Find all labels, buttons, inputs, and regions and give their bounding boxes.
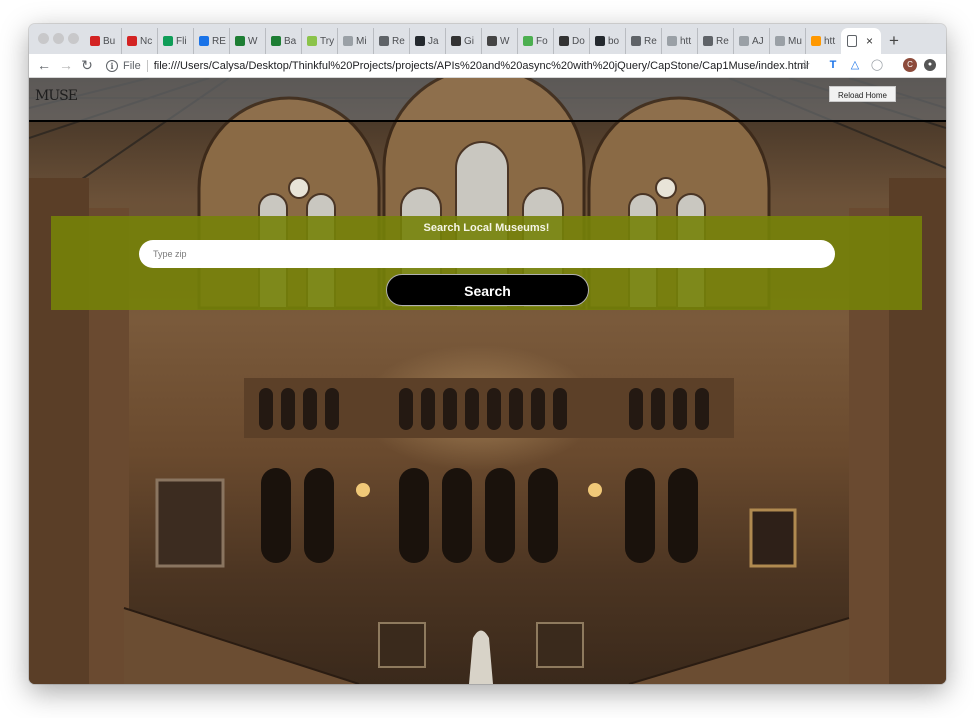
minimize-window-dot[interactable]: [53, 33, 64, 44]
github-icon: [595, 36, 605, 46]
browser-tab[interactable]: Re: [373, 28, 409, 54]
browser-tab[interactable]: Try: [301, 28, 337, 54]
bookmark-star-icon[interactable]: ☆: [799, 57, 811, 73]
tab-label: Re: [716, 35, 729, 47]
page-icon: [847, 35, 857, 47]
browser-tab[interactable]: Re: [697, 28, 733, 54]
tab-label: Ja: [428, 35, 439, 47]
tab-label: Try: [320, 35, 335, 47]
browser-tab[interactable]: Gi: [445, 28, 481, 54]
yelp-icon: [90, 36, 100, 46]
info-icon[interactable]: i: [106, 59, 118, 72]
thinkful-icon: [559, 36, 569, 46]
tab-strip: Bu Nc Fli RE W Ba Try Mi Re Ja Gi W Fo Do bo Re htt Re AJ M…: [29, 24, 946, 54]
tab-label: Fo: [536, 35, 548, 47]
address-bar[interactable]: i File file:///Users/Calysa/Desktop/Thin…: [106, 56, 826, 75]
scheme-label: File: [123, 59, 141, 72]
tab-label: Nc: [140, 35, 153, 47]
drive-extension-icon[interactable]: △: [848, 58, 862, 72]
browser-tab[interactable]: RE: [193, 28, 229, 54]
search-heading: Search Local Museums!: [423, 222, 550, 234]
page-viewport: MUSE Reload Home Search Local Museums! S…: [29, 78, 946, 684]
search-panel: Search Local Museums! Search: [51, 216, 922, 310]
close-tab-icon[interactable]: ×: [866, 34, 873, 48]
browser-tab[interactable]: Do: [553, 28, 589, 54]
menu-extension-icon[interactable]: ●: [924, 59, 936, 71]
tab-label: Re: [644, 35, 657, 47]
yelp-icon: [127, 36, 137, 46]
page-icon: [667, 36, 677, 46]
browser-tab[interactable]: bo: [589, 28, 625, 54]
reload-home-button[interactable]: Reload Home: [829, 86, 896, 102]
browser-tab[interactable]: Ja: [409, 28, 445, 54]
gear-icon: [379, 36, 389, 46]
browser-tab[interactable]: Ba: [265, 28, 301, 54]
browser-window: Bu Nc Fli RE W Ba Try Mi Re Ja Gi W Fo Do bo Re htt Re AJ M…: [29, 24, 946, 684]
muse-logo[interactable]: MUSE: [35, 88, 78, 104]
browser-tab[interactable]: Re: [625, 28, 661, 54]
reload-icon[interactable]: ↻: [78, 57, 96, 74]
url-text[interactable]: file:///Users/Calysa/Desktop/Thinkful%20…: [154, 60, 809, 72]
tab-label: W: [500, 35, 510, 47]
triangle-icon: [811, 36, 821, 46]
tab-label: Bu: [103, 35, 116, 47]
browser-tab[interactable]: htt: [805, 28, 841, 54]
sheets-icon: [271, 36, 281, 46]
tab-label: bo: [608, 35, 620, 47]
page-icon: [343, 36, 353, 46]
grid-icon: [487, 36, 497, 46]
museum-hall-background: [29, 78, 946, 684]
browser-tab[interactable]: W: [481, 28, 517, 54]
profile-avatar[interactable]: C: [903, 58, 917, 72]
thinkful-icon: [451, 36, 461, 46]
back-arrow-icon[interactable]: ←: [35, 57, 53, 74]
page-icon: [775, 36, 785, 46]
zoom-window-dot[interactable]: [68, 33, 79, 44]
close-window-dot[interactable]: [38, 33, 49, 44]
thinkful-extension-icon[interactable]: T: [826, 58, 840, 72]
browser-toolbar: ← → ↻ i File file:///Users/Calysa/Deskto…: [29, 54, 946, 78]
extension-icon[interactable]: ◯: [870, 58, 884, 72]
github-icon: [415, 36, 425, 46]
green-badge-icon: [307, 36, 317, 46]
browser-tab[interactable]: AJ: [733, 28, 769, 54]
tab-label: htt: [824, 35, 836, 47]
search-button[interactable]: Search: [386, 274, 589, 306]
sheets-icon: [163, 36, 173, 46]
omnibox-divider: [146, 59, 148, 72]
browser-tab[interactable]: Fli: [157, 28, 193, 54]
tab-label: Re: [392, 35, 405, 47]
browser-tab[interactable]: htt: [661, 28, 697, 54]
tab-label: Mi: [356, 35, 367, 47]
page-icon: [739, 36, 749, 46]
zip-input[interactable]: [139, 240, 835, 268]
tab-label: Gi: [464, 35, 474, 47]
site-header: MUSE Reload Home: [29, 78, 946, 122]
browser-tab[interactable]: W: [229, 28, 265, 54]
leaf-icon: [523, 36, 533, 46]
browser-tab[interactable]: Nc: [121, 28, 157, 54]
tab-label: Ba: [284, 35, 297, 47]
browser-tab[interactable]: Mu: [769, 28, 805, 54]
gear-icon: [631, 36, 641, 46]
sheets-icon: [235, 36, 245, 46]
tab-label: AJ: [752, 35, 764, 47]
browser-tab[interactable]: Fo: [517, 28, 553, 54]
forward-arrow-icon[interactable]: →: [57, 57, 75, 74]
browser-tab[interactable]: Bu: [85, 28, 121, 54]
new-tab-button[interactable]: +: [881, 28, 907, 54]
browser-tab-active[interactable]: ×: [841, 28, 881, 54]
tab-label: Do: [572, 35, 585, 47]
gear-icon: [703, 36, 713, 46]
tab-label: htt: [680, 35, 692, 47]
browser-tab[interactable]: Mi: [337, 28, 373, 54]
tab-label: W: [248, 35, 258, 47]
tab-list: Bu Nc Fli RE W Ba Try Mi Re Ja Gi W Fo Do bo Re htt Re AJ M…: [85, 28, 907, 54]
d-logo-icon: [199, 36, 209, 46]
tab-label: RE: [212, 35, 226, 47]
tab-label: Fli: [176, 35, 187, 47]
tab-label: Mu: [788, 35, 802, 47]
